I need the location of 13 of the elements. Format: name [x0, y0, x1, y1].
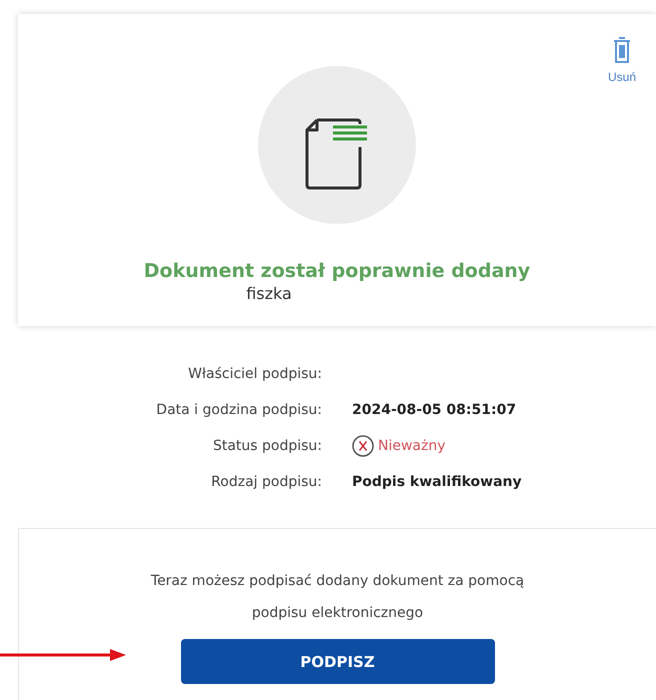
field-label: Rodzaj podpisu:: [210, 473, 322, 492]
field-value: Podpis kwalifikowany: [352, 473, 522, 492]
field-value: 2024-08-05 08:51:07: [352, 401, 516, 420]
success-message: Dokument został poprawnie dodany: [144, 260, 530, 282]
status-value: Nieważny: [378, 437, 446, 456]
sign-button[interactable]: PODPISZ: [180, 639, 494, 684]
sign-instruction: Teraz możesz podpisać dodany dokument za pomocą podpisu elektronicznego: [150, 572, 526, 623]
field-label: Właściciel podpisu:: [187, 365, 322, 384]
file-name: fiszka: [246, 284, 292, 303]
field-label: Status podpisu:: [212, 437, 322, 456]
field-label: Data i godzina podpisu:: [155, 401, 322, 420]
trash-icon: [612, 36, 631, 64]
delete-button[interactable]: Usuń: [608, 36, 636, 84]
